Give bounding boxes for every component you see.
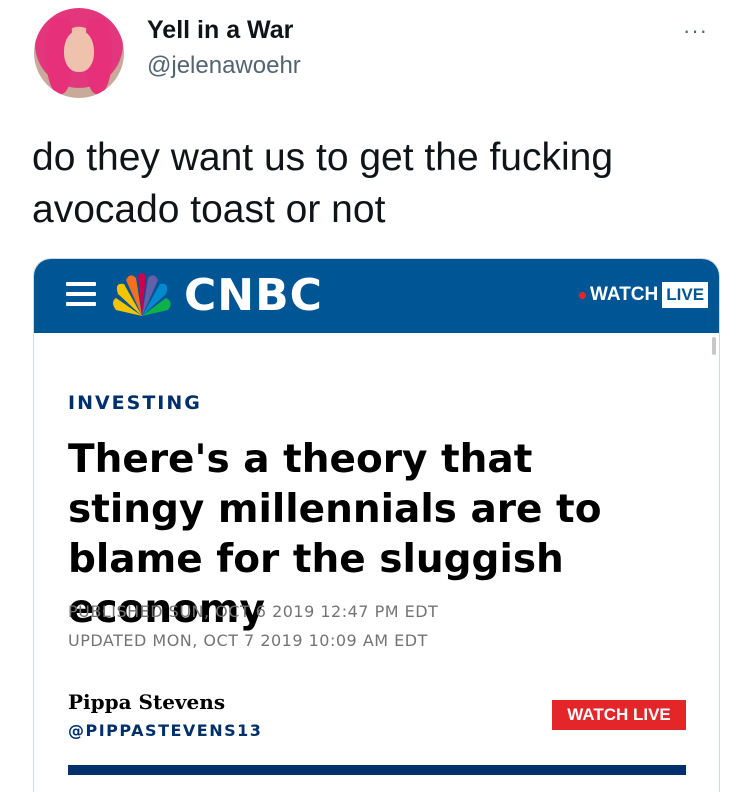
avatar-face <box>64 30 94 72</box>
more-options-icon[interactable]: ··· <box>683 18 708 44</box>
cnbc-header-bar: CNBC WATCH LIVE <box>34 259 719 333</box>
cnbc-logo[interactable]: CNBC <box>184 270 323 321</box>
avatar[interactable] <box>34 8 124 98</box>
live-dot-icon <box>579 291 586 299</box>
author-name[interactable]: Pippa Stevens <box>68 690 225 714</box>
updated-date: UPDATED MON, OCT 7 2019 10:09 AM EDT <box>68 631 428 650</box>
menu-icon[interactable] <box>66 282 96 310</box>
article-screenshot-card[interactable]: CNBC WATCH LIVE INVESTING There's a theo… <box>33 258 720 792</box>
display-name[interactable]: Yell in a War <box>147 16 293 45</box>
watch-live-button[interactable]: WATCH LIVE <box>552 700 686 730</box>
peacock-logo-icon <box>113 273 171 316</box>
author-handle[interactable]: @PIPPASTEVENS13 <box>68 721 262 740</box>
watch-label: WATCH <box>590 284 659 305</box>
live-badge: LIVE <box>662 282 709 308</box>
published-date: PUBLISHED SUN, OCT 6 2019 12:47 PM EDT <box>68 602 439 621</box>
section-label[interactable]: INVESTING <box>68 392 202 414</box>
watch-live-top-button[interactable]: WATCH LIVE <box>579 279 709 311</box>
user-handle[interactable]: @jelenawoehr <box>147 52 301 80</box>
section-divider <box>68 765 686 775</box>
tweet-text: do they want us to get the fucking avoca… <box>32 136 614 231</box>
scrollbar-thumb[interactable] <box>712 337 716 355</box>
